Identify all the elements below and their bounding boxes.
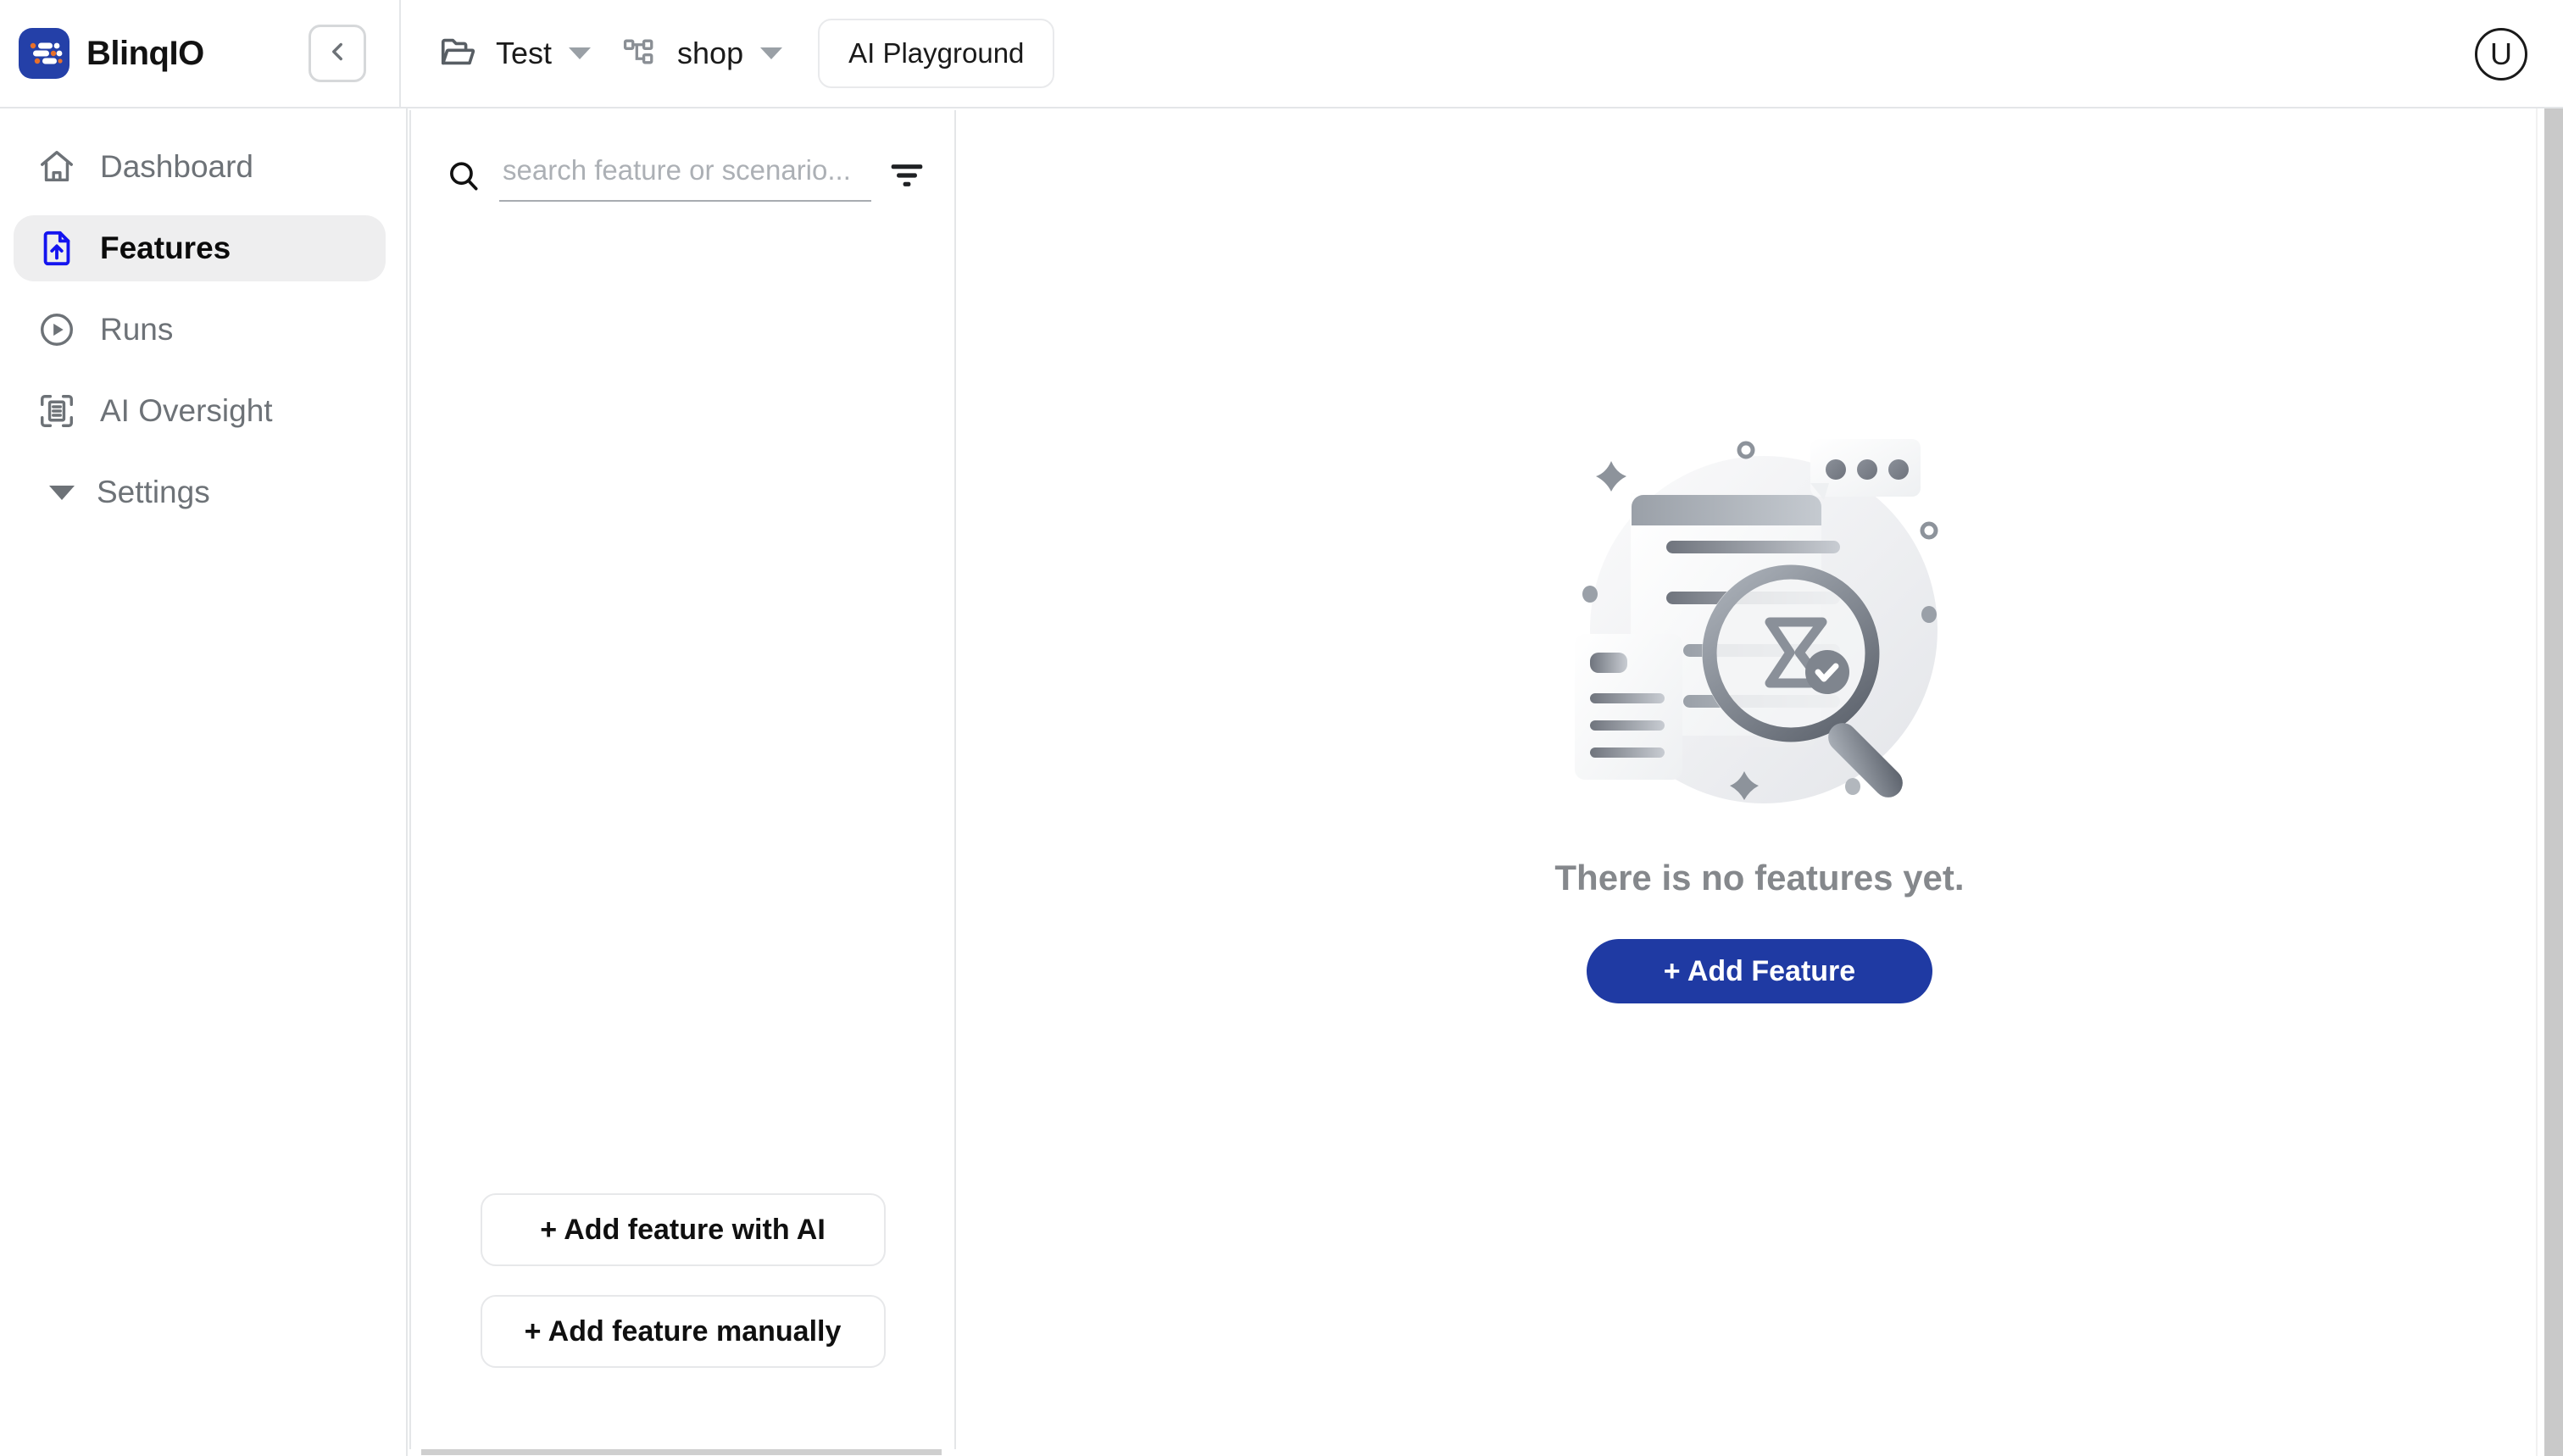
breadcrumb-project-label: Test xyxy=(496,36,553,70)
breadcrumb-item-project[interactable]: Test xyxy=(438,32,552,75)
sidebar-item-features[interactable]: Features xyxy=(14,215,386,281)
sidebar-item-label: Settings xyxy=(97,475,210,509)
header-divider xyxy=(399,0,401,108)
chevron-down-icon[interactable] xyxy=(569,47,592,59)
collapse-sidebar-button[interactable] xyxy=(309,25,366,82)
avatar-initial: U xyxy=(2490,36,2512,71)
brand-name: BlinqIO xyxy=(86,34,204,72)
sidebar-item-label: Features xyxy=(100,231,231,265)
sidebar-item-label: Runs xyxy=(100,312,174,347)
vertical-scrollbar[interactable] xyxy=(2536,108,2563,1456)
add-feature-with-ai-button[interactable]: + Add feature with AI xyxy=(480,1193,886,1266)
feature-list-panel: + Add feature with AI + Add feature manu… xyxy=(409,110,956,1451)
search-icon xyxy=(445,158,482,195)
sidebar-item-label: Dashboard xyxy=(100,149,254,184)
sidebar-item-label: AI Oversight xyxy=(100,393,273,428)
feature-panel-actions: + Add feature with AI + Add feature manu… xyxy=(411,1193,954,1368)
chevron-left-icon xyxy=(323,37,352,70)
scan-document-icon xyxy=(37,392,76,431)
sitemap-icon xyxy=(621,33,659,75)
file-upload-icon xyxy=(37,229,76,268)
chevron-down-icon[interactable] xyxy=(760,47,783,59)
ai-playground-button[interactable]: AI Playground xyxy=(818,19,1055,88)
folder-open-icon xyxy=(438,32,477,75)
horizontal-scrollbar[interactable] xyxy=(409,1449,956,1456)
main-content: There is no features yet. + Add Feature xyxy=(956,110,2563,1456)
filter-icon[interactable] xyxy=(888,161,926,190)
add-feature-button[interactable]: + Add Feature xyxy=(1587,939,1932,1003)
feature-search-row xyxy=(411,110,954,202)
brand: BlinqIO xyxy=(19,28,298,79)
vertical-scrollbar-thumb[interactable] xyxy=(2544,108,2563,1456)
empty-features-illustration xyxy=(1556,422,1963,829)
empty-state-message: There is no features yet. xyxy=(1554,858,1965,897)
app-header: BlinqIO Test shop AI Playground U xyxy=(0,0,2563,108)
blinqio-logo-icon xyxy=(19,28,69,79)
add-feature-manually-button[interactable]: + Add feature manually xyxy=(480,1295,886,1368)
avatar[interactable]: U xyxy=(2475,28,2527,81)
search-input[interactable] xyxy=(499,146,871,202)
play-circle-icon xyxy=(37,310,76,349)
breadcrumb-item-site[interactable]: shop xyxy=(621,33,743,75)
sidebar-item-settings[interactable]: Settings xyxy=(34,459,386,525)
horizontal-scrollbar-thumb[interactable] xyxy=(421,1449,942,1455)
breadcrumb-site-label: shop xyxy=(677,36,744,70)
breadcrumb: Test shop AI Playground xyxy=(438,19,1055,88)
triangle-down-icon xyxy=(49,485,75,500)
home-icon xyxy=(37,147,76,186)
sidebar: Dashboard Features Runs AI Oversight Set… xyxy=(0,108,408,1456)
sidebar-item-runs[interactable]: Runs xyxy=(14,297,386,363)
sidebar-item-dashboard[interactable]: Dashboard xyxy=(14,134,386,200)
sidebar-item-ai-oversight[interactable]: AI Oversight xyxy=(14,378,386,444)
